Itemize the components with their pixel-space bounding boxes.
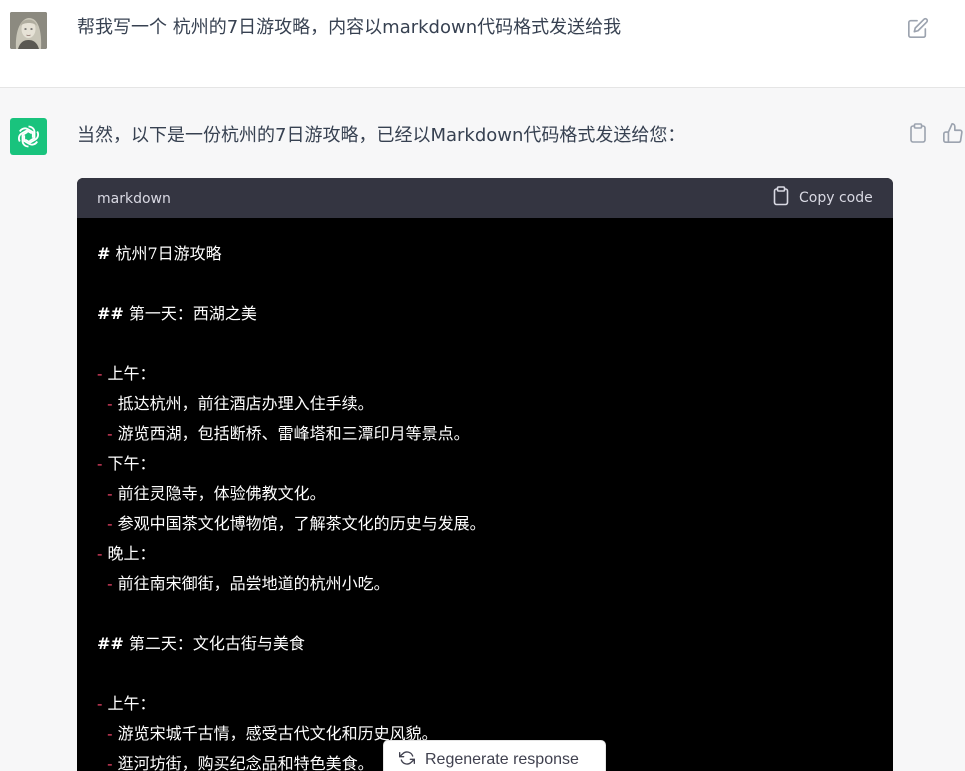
code-marker: #: [97, 244, 111, 263]
code-text: 抵达杭州，前往酒店办理入住手续。: [117, 394, 374, 413]
user-message-row: 帮我写一个 杭州的7日游攻略，内容以markdown代码格式发送给我: [0, 0, 965, 88]
code-line: # 杭州7日游攻略: [97, 239, 887, 269]
refresh-icon: [399, 750, 415, 770]
code-content: # 杭州7日游攻略 ## 第一天：西湖之美 - 上午： - 抵达杭州，前往酒店办…: [97, 239, 887, 771]
code-marker: -: [97, 574, 113, 593]
code-text: 游览西湖，包括断桥、雷峰塔和三潭印月等景点。: [117, 424, 470, 443]
code-line: - 上午：: [97, 359, 887, 389]
thumbs-up-icon[interactable]: [942, 122, 964, 144]
copy-code-label: Copy code: [799, 190, 873, 206]
code-line: ## 第二天：文化古街与美食: [97, 629, 887, 659]
assistant-intro-text: 当然，以下是一份杭州的7日游攻略，已经以Markdown代码格式发送给您：: [77, 125, 686, 146]
code-marker: ##: [97, 304, 124, 323]
clipboard-icon: [773, 186, 789, 210]
user-message-text: 帮我写一个 杭州的7日游攻略，内容以markdown代码格式发送给我: [77, 17, 622, 38]
code-line: - 下午：: [97, 449, 887, 479]
code-marker: -: [97, 544, 103, 563]
code-text: 参观中国茶文化博物馆，了解茶文化的历史与发展。: [117, 514, 486, 533]
code-text: 第一天：西湖之美: [128, 304, 257, 323]
code-marker: -: [97, 424, 113, 443]
code-line: - 参观中国茶文化博物馆，了解茶文化的历史与发展。: [97, 509, 887, 539]
code-marker: -: [97, 394, 113, 413]
code-marker: -: [97, 694, 103, 713]
code-text: 下午：: [107, 454, 156, 473]
code-marker: -: [97, 724, 113, 743]
user-avatar: [10, 12, 47, 49]
code-text: 前往灵隐寺，体验佛教文化。: [117, 484, 326, 503]
code-block: markdown Copy code # 杭州7日游攻略 ## 第一天：西湖之美…: [77, 178, 893, 771]
regenerate-response-button[interactable]: Regenerate response: [383, 740, 606, 771]
copy-code-button[interactable]: Copy code: [773, 186, 873, 210]
code-marker: -: [97, 454, 103, 473]
code-marker: -: [97, 364, 103, 383]
code-line: - 晚上：: [97, 539, 887, 569]
clipboard-icon[interactable]: [908, 122, 928, 144]
code-text: 前往南宋御街，品尝地道的杭州小吃。: [117, 574, 390, 593]
code-marker: ##: [97, 634, 124, 653]
code-marker: -: [97, 484, 113, 503]
code-line: - 上午：: [97, 689, 887, 719]
code-text: 第二天：文化古街与美食: [128, 634, 305, 653]
code-language-label: markdown: [97, 191, 171, 207]
code-marker: -: [97, 754, 113, 771]
code-line: - 游览西湖，包括断桥、雷峰塔和三潭印月等景点。: [97, 419, 887, 449]
code-block-header: markdown Copy code: [77, 178, 893, 218]
code-text: 逛河坊街，购买纪念品和特色美食。: [117, 754, 374, 771]
code-text: 上午：: [107, 694, 156, 713]
assistant-message-row: 当然，以下是一份杭州的7日游攻略，已经以Markdown代码格式发送给您： ma…: [0, 89, 965, 771]
openai-logo-icon: [10, 118, 47, 155]
code-line: - 抵达杭州，前往酒店办理入住手续。: [97, 389, 887, 419]
code-line: ## 第一天：西湖之美: [97, 299, 887, 329]
code-marker: -: [97, 514, 113, 533]
code-line: - 前往灵隐寺，体验佛教文化。: [97, 479, 887, 509]
code-text: 杭州7日游攻略: [115, 244, 222, 263]
code-text: 上午：: [107, 364, 156, 383]
code-line: - 前往南宋御街，品尝地道的杭州小吃。: [97, 569, 887, 599]
regenerate-label: Regenerate response: [425, 751, 579, 768]
code-text: 晚上：: [107, 544, 156, 563]
edit-icon[interactable]: [907, 17, 929, 39]
